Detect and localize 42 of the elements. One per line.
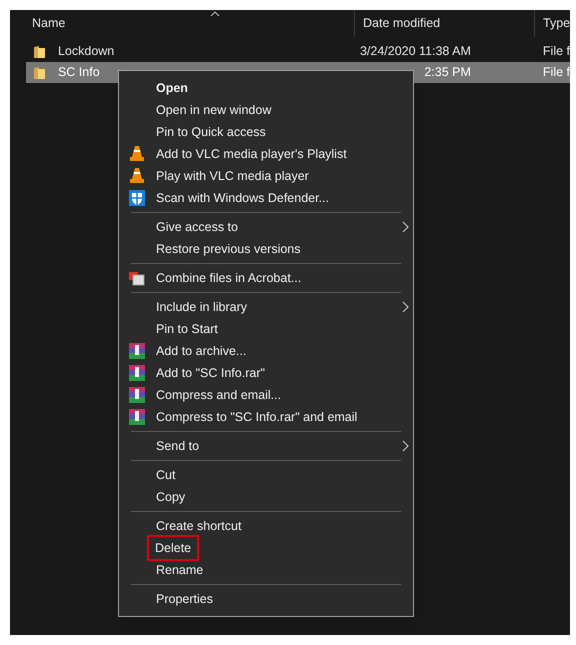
- menu-item[interactable]: Pin to Quick access: [155, 122, 267, 142]
- menu-item[interactable]: Open in new window: [155, 100, 272, 120]
- document-stack-icon: [129, 270, 145, 286]
- traffic-cone-icon: [129, 146, 145, 162]
- file-type: File f: [542, 64, 570, 82]
- menu-item[interactable]: Copy: [155, 488, 186, 506]
- book-stack-icon: [129, 409, 145, 425]
- menu-item[interactable]: Add to archive...: [155, 342, 248, 360]
- menu-item[interactable]: Send to: [155, 436, 200, 456]
- menu-item[interactable]: Create shortcut: [155, 516, 242, 536]
- menu-item[interactable]: Give access to: [155, 218, 239, 236]
- file-name: SC Info: [58, 64, 101, 82]
- book-stack-icon: [129, 343, 145, 359]
- folder-icon: [32, 66, 46, 80]
- menu-item[interactable]: Pin to Start: [155, 320, 219, 338]
- date-modified: 2:35 PM: [423, 64, 471, 82]
- file-name: Lockdown: [58, 43, 116, 60]
- menu-item[interactable]: Add to VLC media player's Playlist: [155, 144, 348, 164]
- menu-item[interactable]: Cut: [155, 466, 176, 484]
- menu-item[interactable]: Add to "SC Info.rar": [155, 364, 266, 382]
- menu-item[interactable]: Include in library: [155, 298, 248, 316]
- column-header[interactable]: Date modified: [354, 10, 534, 37]
- menu-item[interactable]: Play with VLC media player: [155, 166, 310, 186]
- traffic-cone-icon: [129, 168, 145, 184]
- column-header[interactable]: Name: [10, 10, 354, 37]
- menu-item[interactable]: Open: [155, 78, 189, 98]
- menu-item[interactable]: Delete: [147, 534, 200, 562]
- menu-item[interactable]: Properties: [155, 590, 214, 608]
- file-row[interactable]: Lockdown 3/24/2020 11:38 AM File f: [26, 41, 570, 62]
- menu-item[interactable]: Compress to "SC Info.rar" and email: [155, 408, 358, 426]
- menu-item[interactable]: Combine files in Acrobat...: [155, 268, 302, 288]
- shield-icon: [129, 190, 145, 206]
- menu-item[interactable]: Rename: [155, 560, 204, 580]
- menu-item[interactable]: Restore previous versions: [155, 240, 302, 258]
- book-stack-icon: [129, 365, 145, 381]
- book-stack-icon: [129, 387, 145, 403]
- column-header[interactable]: Type: [534, 10, 570, 37]
- menu-item[interactable]: Scan with Windows Defender...: [155, 188, 330, 208]
- folder-icon: [32, 44, 46, 58]
- menu-item[interactable]: Compress and email...: [155, 386, 282, 404]
- file-type: File f: [542, 43, 570, 60]
- date-modified: 3/24/2020 11:38 AM: [359, 43, 471, 60]
